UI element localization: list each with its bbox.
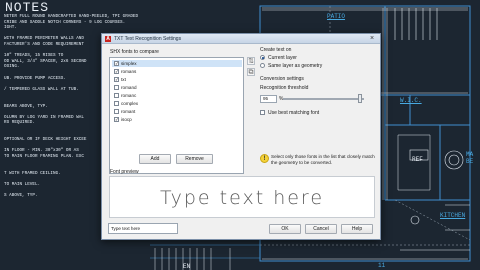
label-eleven: 11 <box>378 262 386 269</box>
move-font-icon[interactable]: ⇅ <box>247 57 255 65</box>
conversion-settings-label: Conversion settings <box>260 76 304 82</box>
font-name: romanc <box>121 93 137 98</box>
font-checkbox[interactable] <box>114 85 119 90</box>
create-text-on-label: Create text on <box>260 47 292 53</box>
radio-same-layer[interactable] <box>260 63 265 68</box>
radio-current-layer-label[interactable]: Current layer <box>268 55 297 61</box>
info-text: Select only those fonts in the list that… <box>271 154 375 165</box>
font-list-item[interactable]: complex <box>112 100 242 107</box>
remove-button[interactable]: Remove <box>176 154 213 164</box>
font-checkbox[interactable]: ✓ <box>114 69 119 74</box>
font-name: complex <box>121 101 139 106</box>
use-best-font-checkbox[interactable] <box>260 110 265 115</box>
threshold-slider-track[interactable] <box>283 98 364 100</box>
use-best-font-label[interactable]: Use best matching font <box>268 110 319 116</box>
preview-text-input[interactable]: Type text here <box>108 223 178 234</box>
font-list-item[interactable]: romanc <box>112 92 242 99</box>
font-name: simplex <box>121 61 137 66</box>
notes-title: NOTES <box>5 0 50 15</box>
app-icon: A <box>105 36 111 42</box>
font-checkbox[interactable] <box>114 93 119 98</box>
font-checkbox[interactable]: ✓ <box>114 117 119 122</box>
label-kitchen: KITCHEN <box>440 212 466 219</box>
radio-current-layer[interactable] <box>260 55 265 60</box>
font-name: romans <box>121 69 137 74</box>
font-checkbox[interactable]: ✓ <box>114 61 119 66</box>
text-recognition-settings-dialog: A TXT Text Recognition Settings × SHX fo… <box>101 33 381 240</box>
font-checkbox[interactable] <box>114 109 119 114</box>
label-be: BE <box>466 158 474 165</box>
font-name: isocp <box>121 117 132 122</box>
label-wic: W.I.C. <box>400 97 422 104</box>
font-list-item[interactable]: romant <box>112 108 242 115</box>
font-preview-label: Font preview <box>110 169 139 175</box>
font-list-item[interactable]: romand <box>112 84 242 91</box>
font-list-item[interactable]: ✓ simplex <box>112 60 242 67</box>
cancel-button[interactable]: Cancel <box>305 224 337 234</box>
radio-same-layer-label[interactable]: Same layer as geometry <box>268 63 322 69</box>
font-list-item[interactable]: ✓ txt <box>112 76 242 83</box>
font-name: romand <box>121 85 137 90</box>
font-preview-pane: Type text here <box>109 176 375 218</box>
font-name: romant <box>121 109 136 114</box>
dialog-titlebar[interactable]: A TXT Text Recognition Settings × <box>102 34 380 44</box>
add-button[interactable]: Add <box>139 154 171 164</box>
label-en: EN <box>183 263 191 270</box>
font-checkbox[interactable]: ✓ <box>114 77 119 82</box>
notes-text: NETER FULL ROUND HANDCRAFTED HAND-PEELED… <box>4 14 139 198</box>
recognition-threshold-label: Recognition threshold <box>260 85 309 91</box>
font-name: txt <box>121 77 126 82</box>
font-checkbox[interactable] <box>114 101 119 106</box>
lightbulb-info-icon: ! <box>260 154 269 163</box>
close-button[interactable]: × <box>367 35 377 43</box>
font-list-item[interactable]: ✓ romans <box>112 68 242 75</box>
fonts-to-compare-label: SHX fonts to compare <box>110 49 159 55</box>
dialog-title: TXT Text Recognition Settings <box>114 36 182 42</box>
browse-font-icon[interactable]: ⧉ <box>247 68 255 76</box>
preview-text: Type text here <box>159 187 325 209</box>
font-list-item[interactable]: ✓ isocp <box>112 116 242 123</box>
threshold-input[interactable]: 95 <box>260 95 277 103</box>
threshold-slider-thumb[interactable] <box>357 94 362 103</box>
label-ma: MA <box>466 151 474 158</box>
ok-button[interactable]: OK <box>269 224 301 234</box>
help-button[interactable]: Help <box>341 224 373 234</box>
label-ref: REF <box>412 156 423 163</box>
label-patio: PATIO <box>327 13 346 20</box>
